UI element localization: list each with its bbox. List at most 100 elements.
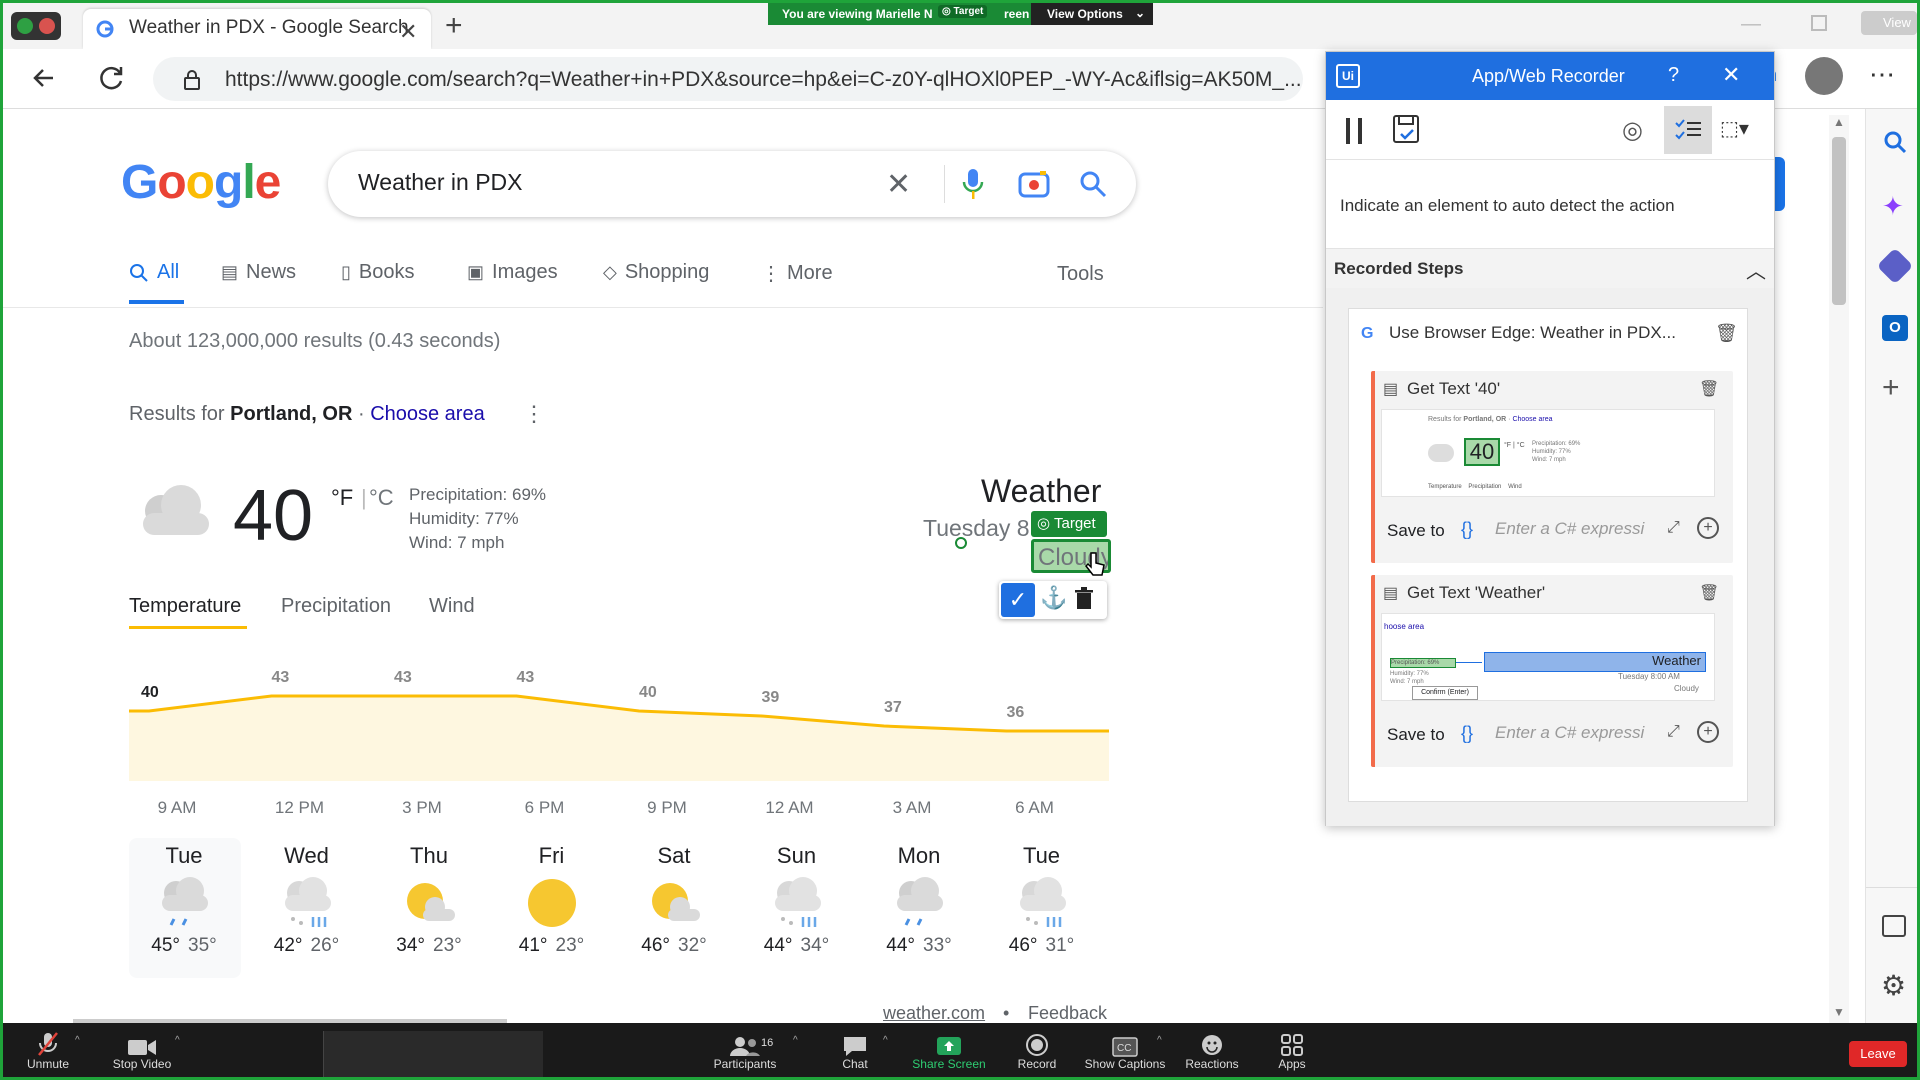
google-logo[interactable]: Google [121, 155, 281, 210]
scroll-up-icon[interactable]: ▲ [1833, 115, 1845, 129]
save-to-input[interactable]: Enter a C# expressi [1487, 719, 1665, 749]
back-icon[interactable] [29, 63, 59, 93]
delete-step-icon[interactable]: 🗑 [1699, 379, 1719, 399]
step-card-get-text-40[interactable]: ▤ Get Text '40' 🗑 Results for Portland, … [1371, 371, 1733, 563]
scroll-down-icon[interactable]: ▼ [1833, 1005, 1845, 1019]
forecast-day[interactable]: Tue 45° 35° [129, 843, 239, 957]
close-tab-icon[interactable]: ✕ [399, 19, 417, 45]
close-recorder-icon[interactable]: ✕ [1722, 62, 1740, 88]
share-screen-button[interactable]: Share Screen [904, 1029, 994, 1071]
unit-celsius[interactable]: °C [369, 485, 394, 511]
subtab-temperature[interactable]: Temperature [129, 595, 241, 618]
confirm-check-icon[interactable]: ✓ [1001, 583, 1035, 617]
forecast-day[interactable]: Wed 42° 26° [252, 843, 362, 957]
leave-button[interactable]: Leave [1849, 1041, 1907, 1067]
minimize-icon[interactable]: — [1741, 13, 1761, 36]
unit-fahrenheit[interactable]: °F [331, 485, 353, 511]
delete-scope-icon[interactable]: 🗑 [1715, 323, 1738, 344]
participants-button[interactable]: Participants [700, 1029, 790, 1071]
list-mode-button[interactable] [1664, 106, 1712, 154]
apps-button[interactable]: Apps [1247, 1029, 1337, 1071]
step-card-get-text-weather[interactable]: ▤ Get Text 'Weather' 🗑 hoose area Precip… [1371, 575, 1733, 767]
tab-shopping[interactable]: ◇ Shopping [603, 261, 709, 284]
new-tab-icon[interactable]: + [445, 9, 463, 43]
record-button[interactable]: Record [992, 1029, 1082, 1071]
list-check-icon [1675, 119, 1701, 140]
tab-books[interactable]: ▯ Books [341, 261, 415, 284]
forecast-day[interactable]: Sat 46° 32° [619, 843, 729, 957]
subtab-wind[interactable]: Wind [429, 595, 475, 618]
sidebar-tools-icon[interactable] [1876, 247, 1914, 285]
recorded-steps-header[interactable]: Recorded Steps ︿ [1326, 248, 1774, 288]
forecast-day[interactable]: Fri 41° 23° [497, 843, 607, 957]
screen-capture-dropdown-icon[interactable]: ⬚▾ [1720, 116, 1749, 141]
forecast-day[interactable]: Mon 44° 33° [864, 843, 974, 957]
tab-images[interactable]: ▣ Images [467, 261, 558, 284]
forecast-day[interactable]: Tue 46° 31° [987, 843, 1097, 957]
url-text[interactable]: https://www.google.com/search?q=Weather+… [225, 68, 1300, 92]
weather-source-link[interactable]: weather.com [883, 1003, 985, 1024]
delete-step-icon[interactable]: 🗑 [1699, 583, 1719, 603]
expand-editor-icon[interactable]: ⤢ [1667, 723, 1680, 741]
sidebar-copilot-icon[interactable]: ✦ [1882, 191, 1904, 222]
add-variable-icon[interactable]: + [1697, 517, 1719, 539]
stop-video-button[interactable]: Stop Video [97, 1029, 187, 1071]
save-to-input[interactable]: Enter a C# expressi [1487, 515, 1665, 545]
tools-button[interactable]: Tools [1057, 263, 1104, 286]
help-icon[interactable]: ? [1668, 64, 1679, 87]
expand-editor-icon[interactable]: ⤢ [1667, 519, 1680, 537]
sidebar-search-icon[interactable] [1882, 129, 1908, 155]
daily-forecast: Tue 45° 35° Wed 42° 26° Thu 34° 23° Fri 41° 23° Sat 4… [129, 843, 1109, 983]
more-menu-icon[interactable]: ⋯ [1869, 59, 1895, 90]
location-more-icon[interactable]: ⋮ [523, 401, 545, 427]
workspaces-icon[interactable] [11, 12, 61, 40]
sidebar-hide-icon[interactable] [1882, 915, 1906, 937]
scrollbar-thumb[interactable] [1832, 137, 1846, 305]
pause-icon[interactable] [1346, 118, 1362, 144]
forecast-day[interactable]: Sun 44° 34° [742, 843, 852, 957]
search-input[interactable]: Weather in PDX [358, 169, 522, 196]
reactions-button[interactable]: Reactions [1167, 1029, 1257, 1071]
search-icon[interactable] [1078, 169, 1108, 199]
page-scrollbar[interactable]: ▲ ▼ [1829, 115, 1849, 1023]
refresh-icon[interactable] [97, 63, 127, 93]
target-mode-icon[interactable]: ◎ [1622, 116, 1643, 145]
get-text-icon: ▤ [1383, 585, 1399, 602]
subtab-precipitation[interactable]: Precipitation [281, 595, 391, 618]
captions-caret[interactable]: ^ [1157, 1035, 1162, 1046]
browser-tab[interactable]: Weather in PDX - Google Search ✕ [83, 9, 431, 49]
view-button[interactable]: View [1861, 11, 1917, 35]
expression-braces-icon[interactable]: {} [1461, 723, 1473, 744]
target-badge-label: Target [1054, 515, 1096, 532]
choose-area-link[interactable]: Choose area [370, 403, 485, 425]
feedback-link[interactable]: Feedback [1028, 1003, 1107, 1024]
camera-lens-icon[interactable] [1018, 169, 1050, 199]
expression-braces-icon[interactable]: {} [1461, 519, 1473, 540]
apps-label: Apps [1278, 1057, 1306, 1071]
anchor-icon[interactable]: ⚓ [1039, 585, 1069, 611]
tab-news[interactable]: ▤ News [221, 261, 296, 284]
maximize-icon[interactable] [1811, 15, 1827, 31]
browser-scope-card[interactable]: G Use Browser Edge: Weather in PDX... 🗑 … [1348, 308, 1748, 802]
tab-more[interactable]: ⋮ More [761, 261, 833, 286]
url-bar[interactable]: https://www.google.com/search?q=Weather+… [153, 57, 1303, 101]
trash-icon[interactable] [1073, 587, 1095, 611]
view-options-button[interactable]: View Options ⌄ [1031, 3, 1153, 25]
sidebar-settings-icon[interactable]: ⚙ [1881, 969, 1906, 1002]
save-icon[interactable] [1392, 114, 1420, 144]
share-banner-tail: reen [1004, 7, 1030, 21]
search-box[interactable]: Weather in PDX ✕ [328, 151, 1136, 217]
avatar[interactable] [1805, 57, 1843, 95]
sidebar-add-icon[interactable]: + [1882, 371, 1900, 405]
clear-search-icon[interactable]: ✕ [886, 167, 911, 202]
collapse-chevron-icon[interactable]: ︿ [1746, 255, 1766, 284]
chat-caret[interactable]: ^ [883, 1035, 888, 1046]
microphone-icon[interactable] [960, 167, 986, 201]
audio-options-caret[interactable]: ^ [75, 1035, 80, 1046]
participants-caret[interactable]: ^ [793, 1035, 798, 1046]
forecast-day[interactable]: Thu 34° 23° [374, 843, 484, 957]
video-options-caret[interactable]: ^ [175, 1035, 180, 1046]
add-variable-icon[interactable]: + [1697, 721, 1719, 743]
tab-all[interactable]: All [129, 261, 179, 284]
sidebar-outlook-icon[interactable]: O [1882, 315, 1908, 341]
